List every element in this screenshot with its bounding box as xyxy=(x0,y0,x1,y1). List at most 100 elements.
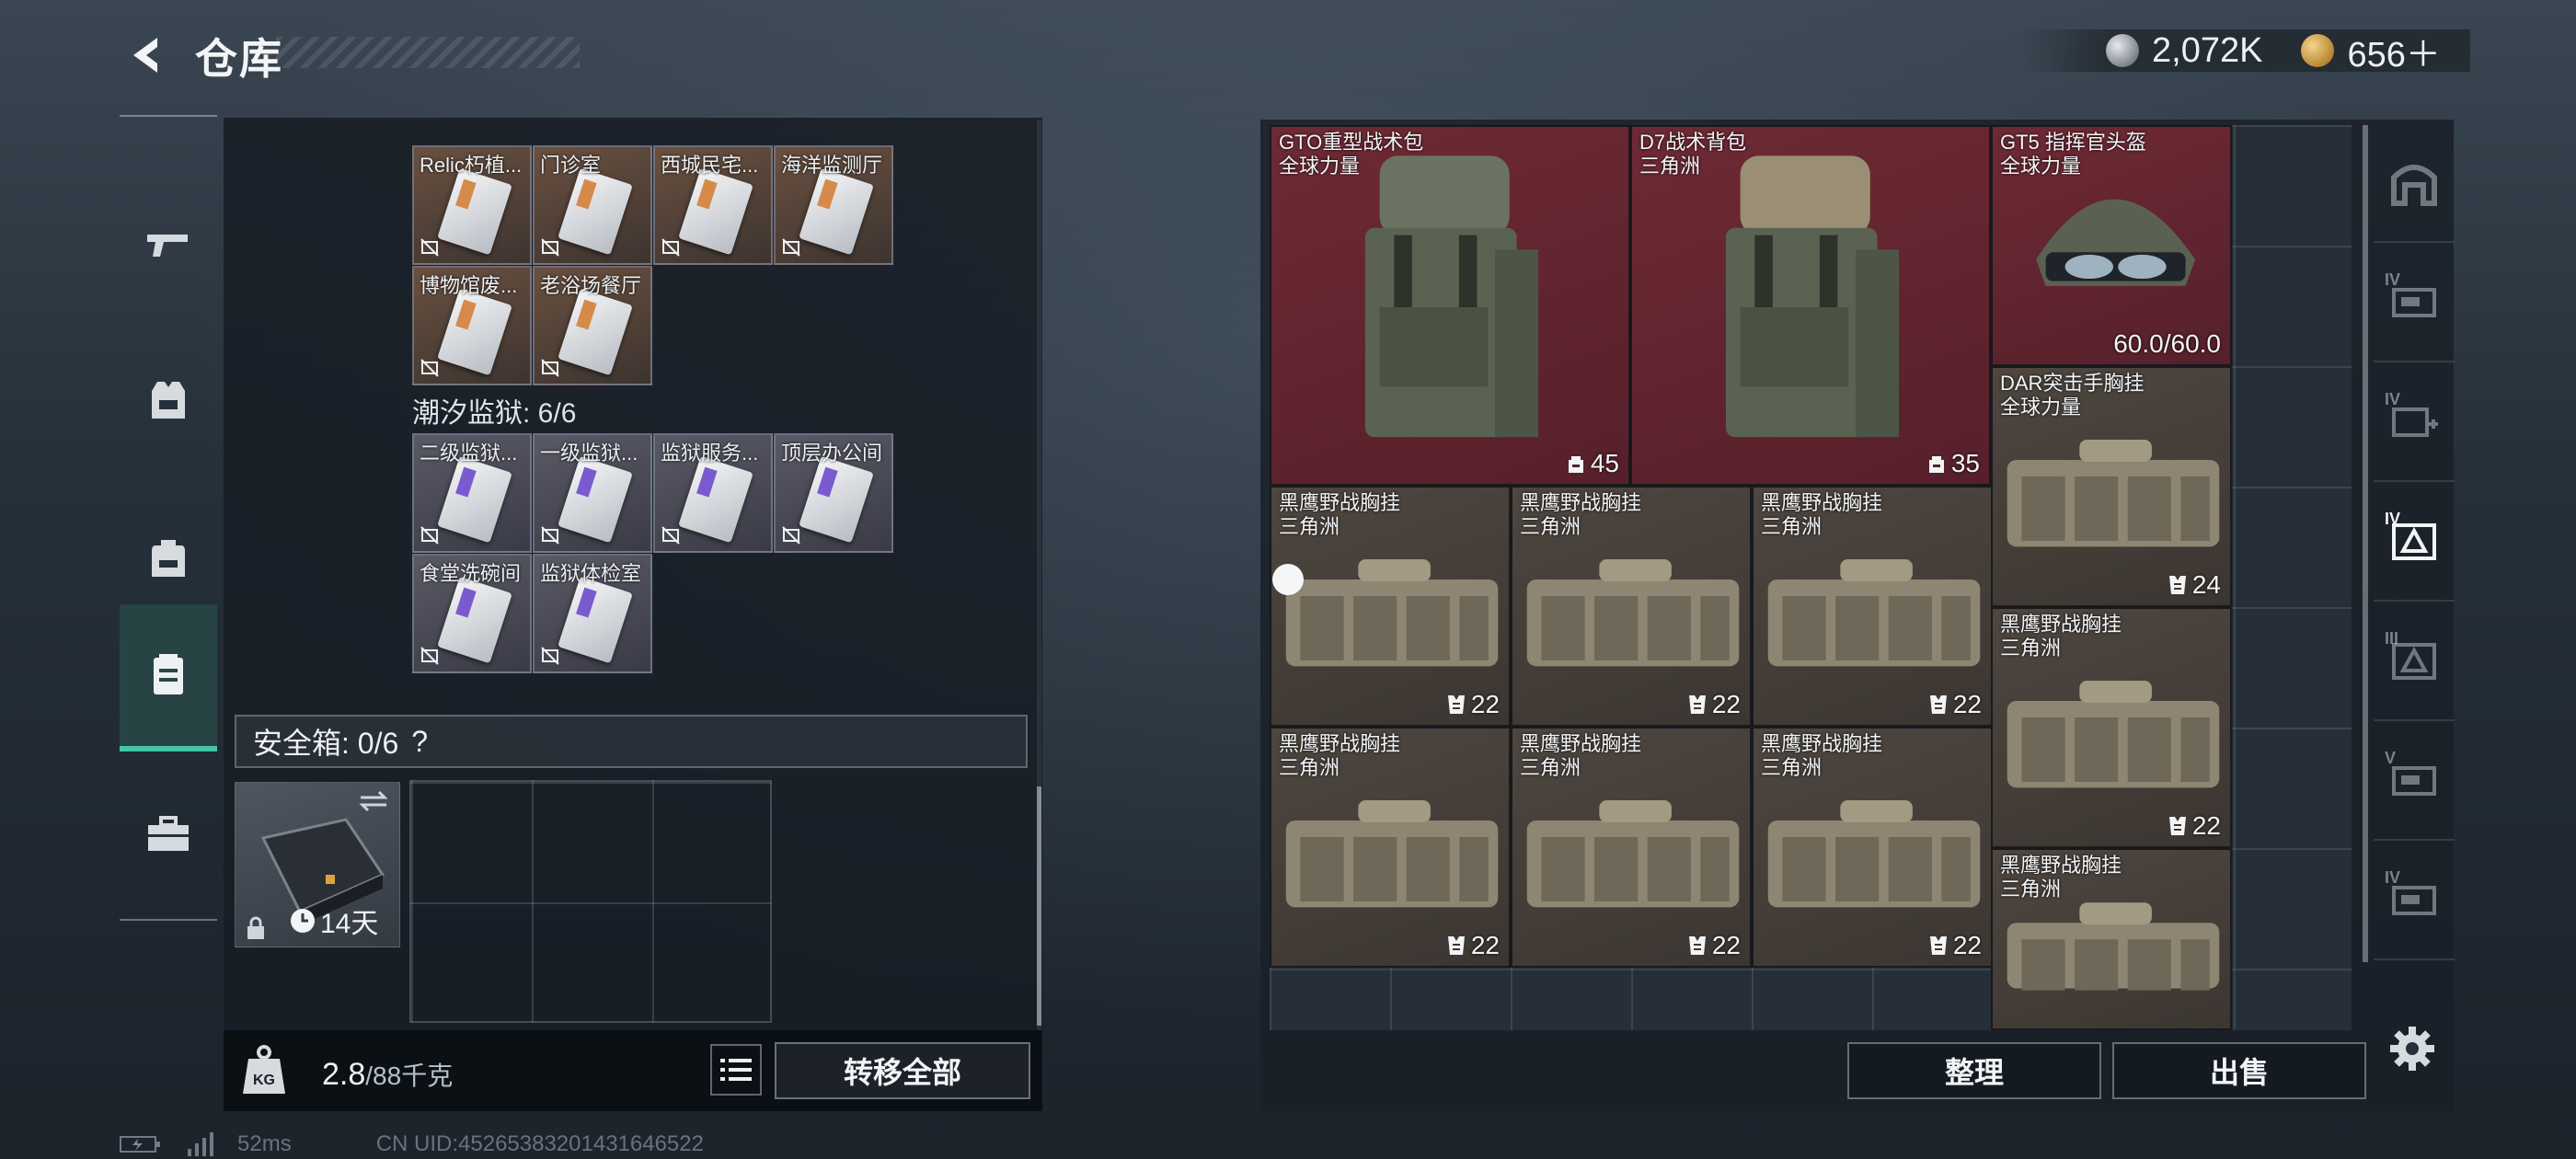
ping-text: 52ms xyxy=(237,1131,292,1156)
storage-category-2[interactable]: IV xyxy=(2374,364,2455,482)
item-name: 黑鹰野战胸挂 xyxy=(1520,491,1642,514)
capacity-icon xyxy=(1928,456,1944,473)
category-level: V xyxy=(2385,749,2397,767)
tactical-backpack-art xyxy=(1725,155,1900,438)
back-button[interactable] xyxy=(120,28,175,83)
sell-button[interactable]: 出售 xyxy=(2112,1042,2366,1099)
safebox-title: 安全箱: 0/6 xyxy=(253,727,399,760)
item-faction: 三角洲 xyxy=(1761,756,1823,779)
storage-category-nav: IV IV IV III V IV xyxy=(2374,125,2455,1027)
nav-armor[interactable] xyxy=(120,327,217,474)
item-badge-value: 22 xyxy=(2191,811,2221,840)
storage-scrollbar[interactable] xyxy=(2363,125,2368,962)
keycard-art xyxy=(437,455,512,544)
keycard-art xyxy=(437,576,512,664)
item-faction: 三角洲 xyxy=(1520,756,1581,779)
item-faction: 三角洲 xyxy=(1639,155,1701,178)
storage-item-label: 黑鹰野战胸挂 三角洲 xyxy=(1520,491,1641,539)
storage-item[interactable]: 黑鹰野战胸挂 三角洲 22 xyxy=(1511,727,1752,968)
storage-item-label: GT5 指挥官头盔 全球力量 xyxy=(2000,131,2146,178)
item-name: GTO重型战术包 xyxy=(1279,131,1424,154)
storage-item-label: 黑鹰野战胸挂 三角洲 xyxy=(1279,732,1400,780)
key-card[interactable]: 门诊室 xyxy=(533,145,652,265)
key-card[interactable]: 西城民宅... xyxy=(653,145,773,265)
silver-coin-icon xyxy=(2106,34,2139,67)
list-view-button[interactable] xyxy=(710,1044,762,1096)
untradeable-icon xyxy=(782,238,800,257)
transfer-all-button[interactable]: 转移全部 xyxy=(775,1042,1030,1099)
key-card[interactable]: 一级监狱... xyxy=(533,433,652,553)
gold-coin-icon xyxy=(2301,34,2335,67)
storage-item[interactable]: GT5 指挥官头盔 全球力量 60.0/60.0 xyxy=(1991,125,2232,366)
key-card[interactable]: 监狱体检室 xyxy=(533,554,652,673)
key-card[interactable]: 博物馆废... xyxy=(412,266,532,385)
storage-item[interactable]: GTO重型战术包 全球力量 45 xyxy=(1270,125,1630,486)
keycard-art xyxy=(799,455,874,544)
untradeable-icon xyxy=(420,526,439,545)
vest-slot-icon xyxy=(1929,695,1947,714)
storage-item[interactable]: 黑鹰野战胸挂 三角洲 22 xyxy=(1752,486,1993,727)
untradeable-icon xyxy=(661,238,680,257)
keycard-icon xyxy=(154,654,183,694)
item-name: D7战术背包 xyxy=(1639,131,1747,154)
storage-category-0[interactable] xyxy=(2374,125,2455,243)
weight-readout: 2.8/88千克 xyxy=(322,1056,453,1093)
item-badge: 45 xyxy=(1565,449,1619,478)
storage-item[interactable]: 黑鹰野战胸挂 三角洲 22 xyxy=(1270,486,1511,727)
storage-item[interactable]: D7战术背包 三角洲 35 xyxy=(1630,125,1991,486)
keycard-art xyxy=(558,167,633,256)
nav-weapons[interactable] xyxy=(120,172,217,319)
storage-category-1[interactable]: IV xyxy=(2374,245,2455,362)
safebox-slots[interactable] xyxy=(409,780,772,1023)
keycard-art xyxy=(558,455,633,544)
storage-item[interactable]: 黑鹰野战胸挂 三角洲 22 xyxy=(1752,727,1993,968)
key-card[interactable]: 二级监狱... xyxy=(412,433,532,553)
settings-button[interactable] xyxy=(2385,1021,2440,1076)
storage-item-label: GTO重型战术包 全球力量 xyxy=(1279,131,1423,178)
currency-bar: 2,072K 656＋ xyxy=(2019,29,2470,75)
storage-item-label: 黑鹰野战胸挂 三角洲 xyxy=(1279,491,1400,539)
vest-slot-icon xyxy=(1929,936,1947,955)
storage-item[interactable]: 黑鹰野战胸挂 三角洲 22 xyxy=(1270,727,1511,968)
storage-category-3[interactable]: IV xyxy=(2374,484,2455,602)
item-badge: 22 xyxy=(1445,690,1500,719)
sort-button[interactable]: 整理 xyxy=(1847,1042,2101,1099)
untradeable-icon xyxy=(541,359,559,377)
lock-icon xyxy=(247,916,264,939)
storage-item[interactable]: 黑鹰野战胸挂 三角洲 22 xyxy=(1511,486,1752,727)
vest-slot-icon xyxy=(1447,695,1465,714)
key-card[interactable]: Relic朽植... xyxy=(412,145,532,265)
toolbox-icon xyxy=(148,816,189,851)
safebox-duration-text: 14天 xyxy=(320,909,379,939)
item-faction: 三角洲 xyxy=(1279,515,1340,538)
nav-toolbox[interactable] xyxy=(120,761,217,908)
left-scrollbar-thumb[interactable] xyxy=(1037,786,1041,1026)
storage-item[interactable]: 黑鹰野战胸挂 三角洲 22 xyxy=(1991,607,2232,848)
vest-slot-icon xyxy=(1447,936,1465,955)
key-card[interactable]: 食堂洗碗间 xyxy=(412,554,532,673)
keycard-art xyxy=(678,167,753,256)
untradeable-icon xyxy=(541,526,559,545)
item-badge: 22 xyxy=(2167,811,2221,841)
back-arrow-icon xyxy=(133,38,157,73)
page-title: 仓库 xyxy=(195,35,283,83)
key-card-label: 门诊室 xyxy=(540,154,602,177)
safebox-item[interactable]: 14天 xyxy=(235,782,400,947)
storage-item[interactable]: DAR突击手胸挂 全球力量 24 xyxy=(1991,366,2232,607)
item-badge-value: 22 xyxy=(1470,690,1500,718)
item-badge: 22 xyxy=(1927,931,1982,960)
key-card[interactable]: 海洋监测厅 xyxy=(774,145,893,265)
nav-keys[interactable] xyxy=(120,604,217,752)
key-card[interactable]: 顶层办公间 xyxy=(774,433,893,553)
swap-icon[interactable] xyxy=(357,790,390,812)
key-card[interactable]: 监狱服务... xyxy=(653,433,773,553)
storage-category-6[interactable]: IV xyxy=(2374,843,2455,960)
storage-item-label: 黑鹰野战胸挂 三角洲 xyxy=(2000,854,2122,901)
storage-item[interactable]: 黑鹰野战胸挂 三角洲 xyxy=(1991,848,2232,1030)
safebox-header: 安全箱: 0/6 ? xyxy=(235,715,1028,768)
gold-coin-value[interactable]: 656＋ xyxy=(2347,26,2440,76)
storage-category-5[interactable]: V xyxy=(2374,723,2455,841)
key-card[interactable]: 老浴场餐厅 xyxy=(533,266,652,385)
safebox-help-button[interactable]: ? xyxy=(411,725,428,759)
storage-category-4[interactable]: III xyxy=(2374,603,2455,721)
